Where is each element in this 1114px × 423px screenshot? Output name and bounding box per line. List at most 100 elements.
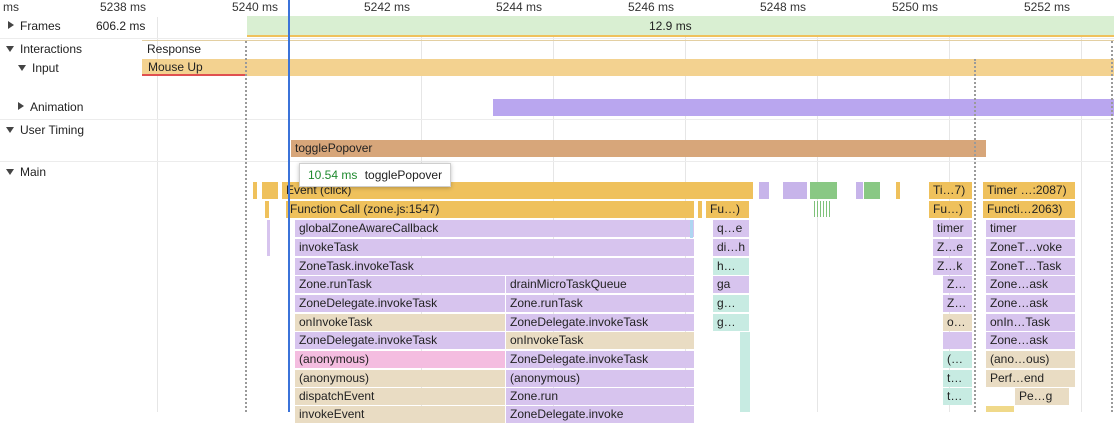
flame-slice[interactable]: (… (943, 351, 973, 368)
flame-slice[interactable]: ZoneDelegate.invokeTask (506, 351, 695, 368)
input-label: Input (32, 61, 59, 75)
flame-slice[interactable]: onInvokeTask (506, 332, 695, 349)
flame-slice[interactable]: Zone…ask (986, 276, 1076, 293)
slice-tooltip: 10.54 ms togglePopover (299, 163, 452, 187)
frames-label: Frames (20, 19, 61, 33)
flame-slice[interactable]: dispatchEvent (295, 388, 506, 405)
flame-slice[interactable]: globalZoneAwareCallback (295, 220, 695, 237)
flame-slice[interactable]: Zone…ask (986, 332, 1076, 349)
track-separator (0, 38, 1114, 39)
flame-slice[interactable] (262, 182, 279, 199)
grid-line (157, 17, 158, 412)
function-call-slice[interactable]: Fu…) (706, 201, 750, 218)
flame-slice[interactable]: ZoneDelegate.invokeTask (295, 332, 506, 349)
flame-slice[interactable] (759, 182, 770, 199)
flame-slice[interactable]: q…e (713, 220, 750, 237)
flame-slice[interactable]: drainMicroTaskQueue (506, 276, 695, 293)
input-track-toggle[interactable]: Input (18, 61, 59, 75)
flame-slice[interactable]: ZoneT…voke (986, 239, 1076, 256)
expand-arrow-icon (8, 21, 14, 29)
function-call-slice[interactable]: Function Call (zone.js:1547) (286, 201, 695, 218)
flame-slice[interactable]: g… (713, 295, 750, 312)
collapse-arrow-icon (6, 46, 14, 52)
flame-slice[interactable]: t… (943, 388, 973, 405)
flame-slice[interactable]: invokeTask (295, 239, 695, 256)
flame-slice[interactable] (253, 182, 258, 199)
animation-track-toggle[interactable]: Animation (18, 100, 83, 114)
flame-slice[interactable] (740, 332, 750, 412)
flame-slice[interactable]: onIn…Task (986, 314, 1076, 331)
ruler-tick: 5244 ms (496, 0, 543, 14)
main-label: Main (20, 165, 47, 179)
flame-slice[interactable] (690, 220, 693, 238)
collapse-arrow-icon (6, 127, 14, 133)
flame-slice[interactable] (856, 182, 864, 199)
flame-slice[interactable] (943, 332, 973, 349)
track-separator (0, 119, 1114, 120)
animation-bar[interactable] (493, 99, 1114, 116)
flame-slice[interactable]: g… (713, 314, 750, 331)
flame-slice[interactable]: (ano…ous) (986, 351, 1076, 368)
animation-label: Animation (30, 100, 84, 114)
flame-slice[interactable]: (anonymous) (506, 370, 695, 387)
user-timing-track-toggle[interactable]: User Timing (6, 123, 84, 137)
flame-slice[interactable] (986, 406, 1014, 412)
flame-slice[interactable]: t… (943, 370, 973, 387)
paint-ticks (814, 201, 830, 217)
toggle-popover-measure[interactable]: togglePopover (291, 140, 986, 157)
flame-slice[interactable]: onInvokeTask (295, 314, 506, 331)
flame-slice[interactable] (698, 201, 703, 218)
flame-slice[interactable]: h… (713, 258, 750, 275)
flame-slice[interactable] (267, 220, 270, 256)
flame-slice[interactable]: Perf…end (986, 370, 1076, 387)
flame-slice[interactable]: ZoneDelegate.invoke (506, 406, 695, 423)
flame-slice[interactable] (896, 182, 901, 199)
flame-slice[interactable]: di…h (713, 239, 750, 256)
flame-slice[interactable]: Z…k (933, 258, 973, 275)
interactions-label: Interactions (20, 42, 83, 56)
frames-track-toggle[interactable]: Frames (8, 19, 61, 33)
flame-slice[interactable]: Zone.runTask (506, 295, 695, 312)
paint-slice[interactable] (864, 182, 881, 199)
flame-slice[interactable]: ZoneDelegate.invokeTask (295, 295, 506, 312)
flame-slice[interactable]: ZoneDelegate.invokeTask (506, 314, 695, 331)
tooltip-name: togglePopover (364, 168, 443, 182)
flame-slice[interactable]: Pe…g (1015, 388, 1070, 405)
flame-slice[interactable] (783, 182, 808, 199)
flame-slice[interactable]: (anonymous) (295, 351, 506, 368)
input-delay-marker (142, 74, 246, 76)
interactions-track-toggle[interactable]: Interactions (6, 42, 82, 56)
flame-slice[interactable]: timer (933, 220, 973, 237)
range-end-marker (1111, 41, 1113, 412)
flame-slice[interactable]: Zone.run (506, 388, 695, 405)
flame-slice[interactable]: ga (713, 276, 750, 293)
frame-duration: 12.9 ms (649, 19, 692, 33)
cursor-line (288, 0, 290, 412)
timer-slice[interactable]: Timer …:2087) (983, 182, 1076, 199)
measure-label: togglePopover (295, 141, 373, 155)
grid-line (1081, 17, 1082, 412)
collapse-arrow-icon (6, 169, 14, 175)
flame-slice[interactable]: Z… (943, 276, 973, 293)
ruler-tick: 5246 ms (628, 0, 675, 14)
flame-slice[interactable]: Z…e (933, 239, 973, 256)
flame-slice[interactable]: timer (986, 220, 1076, 237)
flame-slice[interactable]: invokeEvent (295, 406, 506, 423)
flame-slice[interactable]: Zone.runTask (295, 276, 506, 293)
ruler-tick: 5252 ms (1024, 0, 1071, 14)
function-call-slice[interactable]: Functi…2063) (983, 201, 1076, 218)
frame-bar[interactable]: 12.9 ms (247, 16, 1114, 37)
flame-slice[interactable]: Zone…ask (986, 295, 1076, 312)
flame-slice[interactable]: ZoneTask.invokeTask (295, 258, 695, 275)
function-call-slice[interactable]: Fu…) (929, 201, 973, 218)
flame-slice[interactable]: o… (943, 314, 973, 331)
flame-slice[interactable] (265, 201, 270, 218)
paint-slice[interactable] (810, 182, 838, 199)
main-track-toggle[interactable]: Main (6, 165, 46, 179)
timer-slice[interactable]: Ti…7) (929, 182, 973, 199)
collapse-arrow-icon (18, 65, 26, 71)
flame-slice[interactable]: ZoneT…Task (986, 258, 1076, 275)
flame-slice[interactable]: Z… (943, 295, 973, 312)
tooltip-duration: 10.54 ms (308, 168, 358, 182)
flame-slice[interactable]: (anonymous) (295, 370, 506, 387)
